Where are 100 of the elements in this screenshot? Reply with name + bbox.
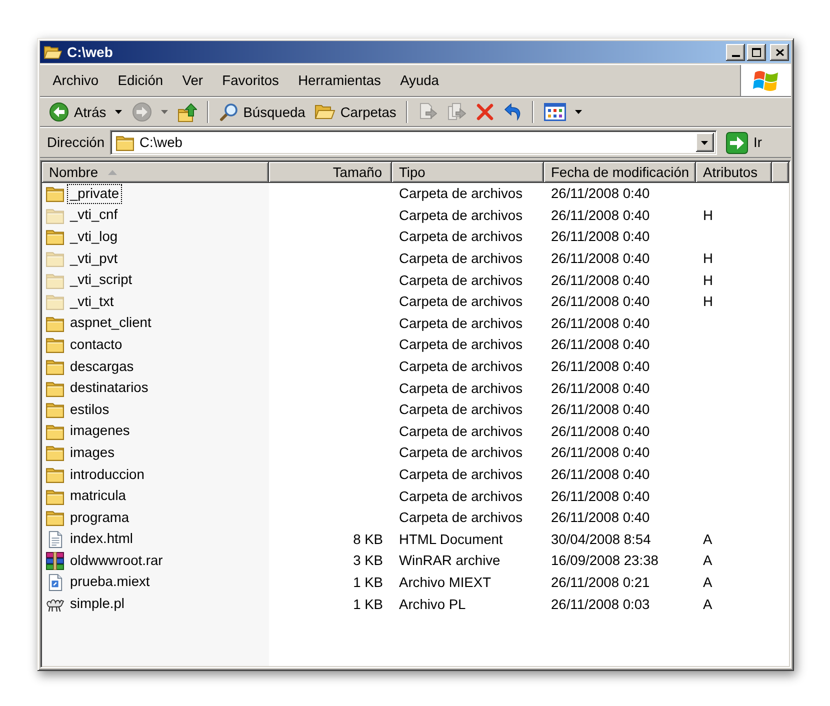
file-type: Archivo PL bbox=[399, 596, 466, 612]
column-header[interactable]: Atributos bbox=[696, 162, 772, 183]
file-attributes: H bbox=[703, 251, 713, 266]
file-name[interactable]: introduccion bbox=[67, 464, 148, 485]
address-label: Dirección bbox=[47, 135, 105, 150]
file-attributes: H bbox=[703, 208, 713, 223]
file-name[interactable]: prueba.miext bbox=[67, 572, 153, 592]
go-button[interactable]: Ir bbox=[722, 130, 765, 156]
file-type: Carpeta de archivos bbox=[399, 186, 522, 202]
file-name[interactable]: _vti_script bbox=[67, 270, 136, 290]
file-name[interactable]: programa bbox=[67, 508, 132, 528]
file-type: Carpeta de archivos bbox=[399, 488, 522, 504]
file-name[interactable]: estilos bbox=[67, 400, 112, 420]
dropdown-button[interactable] bbox=[696, 133, 714, 152]
modified-date: 26/11/2008 0:40 bbox=[551, 208, 650, 223]
file-type: Carpeta de archivos bbox=[399, 294, 522, 310]
file-type: Carpeta de archivos bbox=[399, 359, 522, 374]
file-type: Carpeta de archivos bbox=[399, 272, 522, 288]
file-name[interactable]: _vti_pvt bbox=[67, 248, 121, 269]
back-icon bbox=[49, 102, 69, 122]
file-attributes: H bbox=[703, 294, 713, 310]
view-grid-icon bbox=[544, 103, 566, 121]
modified-date: 26/11/2008 0:40 bbox=[551, 402, 650, 418]
column-header[interactable]: Tipo bbox=[392, 162, 544, 183]
menu-item[interactable]: Ver bbox=[172, 65, 213, 96]
file-name[interactable]: _vti_log bbox=[67, 226, 121, 247]
file-name[interactable]: index.html bbox=[67, 529, 136, 550]
column-header[interactable]: Fecha de modificación bbox=[544, 162, 696, 183]
file-attributes: A bbox=[703, 574, 712, 590]
folders-button[interactable]: Carpetas bbox=[311, 100, 400, 124]
maximize-button[interactable] bbox=[747, 44, 766, 60]
folder-icon bbox=[44, 44, 62, 60]
flag-logo-icon bbox=[753, 70, 779, 92]
modified-date: 26/11/2008 0:40 bbox=[551, 229, 650, 244]
file-attributes: A bbox=[703, 596, 712, 612]
file-name[interactable]: contacto bbox=[67, 334, 126, 355]
modified-date: 26/11/2008 0:21 bbox=[551, 574, 650, 590]
folder-up-icon bbox=[178, 102, 198, 122]
search-button[interactable]: Búsqueda bbox=[215, 100, 310, 124]
file-name[interactable]: imagenes bbox=[67, 421, 133, 442]
file-name[interactable]: aspnet_client bbox=[67, 313, 154, 334]
file-size: 1 KB bbox=[353, 574, 383, 590]
menu-item[interactable]: Archivo bbox=[43, 65, 108, 96]
minimize-button[interactable] bbox=[726, 44, 745, 60]
menu-item[interactable]: Ayuda bbox=[390, 65, 449, 96]
modified-date: 26/11/2008 0:40 bbox=[551, 510, 650, 526]
modified-date: 26/11/2008 0:40 bbox=[551, 380, 650, 396]
file-type: WinRAR archive bbox=[399, 553, 500, 568]
file-name[interactable]: destinatarios bbox=[67, 378, 152, 398]
window-title: C:\web bbox=[67, 44, 113, 60]
close-button[interactable] bbox=[770, 44, 789, 60]
sort-arrow-icon bbox=[108, 170, 118, 175]
file-name[interactable]: _vti_cnf bbox=[67, 205, 121, 226]
modified-date: 26/11/2008 0:40 bbox=[551, 337, 650, 352]
back-button[interactable]: Atrás bbox=[45, 100, 126, 124]
modified-date: 26/11/2008 0:40 bbox=[551, 445, 650, 460]
column-header[interactable]: Nombre bbox=[42, 162, 269, 183]
undo-icon bbox=[504, 103, 522, 121]
modified-date: 26/11/2008 0:40 bbox=[551, 186, 650, 202]
file-type: Carpeta de archivos bbox=[399, 510, 522, 526]
file-type: Carpeta de archivos bbox=[399, 402, 522, 418]
file-name[interactable]: _private bbox=[67, 184, 122, 204]
modified-date: 30/04/2008 8:54 bbox=[551, 532, 651, 547]
file-size: 3 KB bbox=[353, 553, 383, 568]
menu-item[interactable]: Edición bbox=[108, 65, 173, 96]
address-field[interactable]: C:\web bbox=[110, 130, 717, 155]
modified-date: 26/11/2008 0:40 bbox=[551, 272, 650, 288]
maximize-icon bbox=[752, 48, 761, 56]
file-type: Carpeta de archivos bbox=[399, 229, 522, 244]
file-type: Carpeta de archivos bbox=[399, 424, 522, 439]
modified-date: 26/11/2008 0:40 bbox=[551, 359, 650, 374]
modified-date: 26/11/2008 0:40 bbox=[551, 294, 650, 310]
file-type: Archivo MIEXT bbox=[399, 574, 491, 590]
menu-item[interactable]: Favoritos bbox=[212, 65, 288, 96]
file-type: Carpeta de archivos bbox=[399, 467, 522, 482]
file-type: Carpeta de archivos bbox=[399, 380, 522, 396]
file-name[interactable]: descargas bbox=[67, 356, 137, 377]
file-size: 1 KB bbox=[353, 596, 383, 612]
file-name[interactable]: matricula bbox=[67, 486, 129, 506]
menu-item[interactable]: Herramientas bbox=[288, 65, 390, 96]
file-type: Carpeta de archivos bbox=[399, 251, 522, 266]
caret-icon bbox=[701, 140, 708, 144]
file-name[interactable]: images bbox=[67, 442, 118, 463]
modified-date: 26/11/2008 0:40 bbox=[551, 467, 650, 482]
file-name[interactable]: simple.pl bbox=[67, 594, 128, 614]
file-size: 8 KB bbox=[353, 532, 383, 547]
column-header[interactable]: Tamaño bbox=[269, 162, 392, 183]
minimize-icon bbox=[732, 54, 740, 56]
file-type: Carpeta de archivos bbox=[399, 337, 522, 352]
file-type: Carpeta de archivos bbox=[399, 316, 522, 331]
file-name[interactable]: oldwwwroot.rar bbox=[67, 550, 166, 571]
folder-icon bbox=[116, 134, 134, 151]
modified-date: 26/11/2008 0:40 bbox=[551, 424, 650, 439]
modified-date: 26/11/2008 0:40 bbox=[551, 488, 650, 504]
search-icon bbox=[219, 102, 238, 122]
header-filler bbox=[772, 162, 789, 183]
file-name[interactable]: _vti_txt bbox=[67, 292, 117, 312]
delete-icon bbox=[476, 103, 494, 121]
close-icon bbox=[776, 48, 784, 56]
file-attributes: H bbox=[703, 272, 713, 288]
